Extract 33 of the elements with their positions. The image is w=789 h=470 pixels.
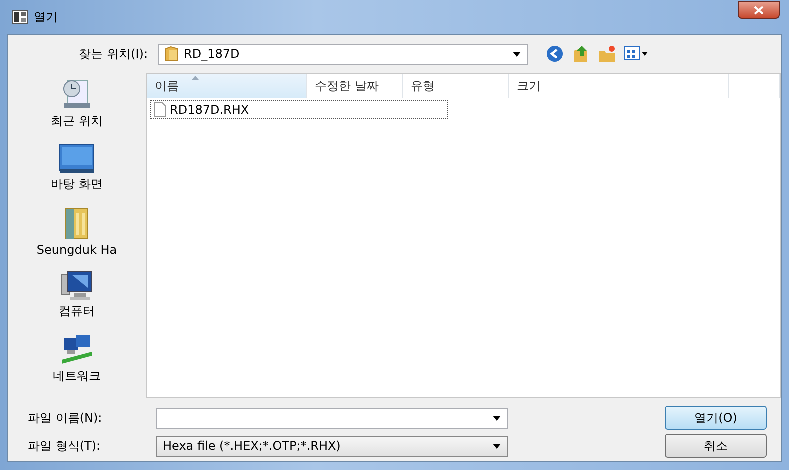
file-name-label: 파일 이름(N): [27, 410, 104, 426]
desktop-icon [58, 144, 95, 174]
place-label[interactable]: Seungduk Ha [36, 243, 118, 257]
computer-icon [60, 271, 94, 301]
close-button[interactable] [738, 1, 780, 19]
look-in-dropdown[interactable]: RD_187D [158, 44, 528, 64]
file-type-dropdown[interactable]: Hexa file (*.HEX;*.OTP;*.RHX) [156, 436, 508, 456]
app-icon [12, 10, 28, 24]
file-type-label: 파일 형식(T): [27, 438, 102, 454]
folder-icon [165, 46, 179, 62]
column-header[interactable]: 이름 [147, 74, 307, 98]
dropdown-arrow-icon [493, 416, 501, 420]
new-folder-icon[interactable] [598, 45, 616, 63]
window-title: 열기 [34, 8, 58, 26]
view-menu-icon[interactable] [624, 46, 648, 62]
user-folder-icon [64, 207, 90, 241]
dropdown-arrow-icon [513, 52, 521, 56]
up-folder-icon[interactable] [572, 45, 590, 63]
close-icon [754, 6, 764, 14]
place-label[interactable]: 바탕 화면 [51, 176, 103, 193]
file-item[interactable]: RD187D.RHX [150, 100, 448, 119]
file-name-field[interactable] [156, 408, 508, 428]
dropdown-arrow-icon [493, 444, 501, 448]
file-icon [154, 102, 166, 117]
cancel-button[interactable]: 취소 [665, 434, 767, 458]
look-in-label: 찾는 위치(I): [78, 46, 148, 62]
place-label[interactable]: 컴퓨터 [59, 303, 95, 320]
sort-arrow-icon [192, 76, 199, 80]
back-icon[interactable] [546, 45, 564, 63]
open-button[interactable]: 열기(O) [665, 406, 767, 430]
place-label[interactable]: 최근 위치 [51, 113, 103, 130]
network-icon [60, 334, 94, 366]
place-label[interactable]: 네트워크 [53, 368, 101, 385]
